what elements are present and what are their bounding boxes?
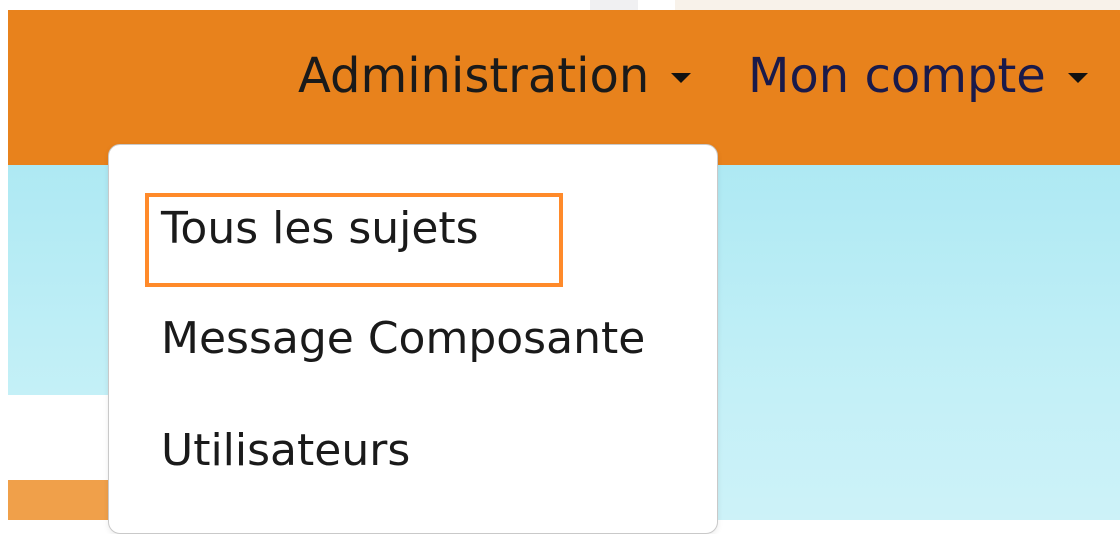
caret-down-icon xyxy=(671,73,692,83)
menu-item-message-composante[interactable]: Message Composante xyxy=(161,317,645,361)
menu-item-utilisateurs[interactable]: Utilisateurs xyxy=(161,429,410,473)
top-strip-gray xyxy=(590,0,638,10)
nav-mon-compte-label: Mon compte xyxy=(748,48,1046,104)
caret-down-icon xyxy=(1067,73,1088,83)
navbar: Administration Mon compte xyxy=(8,10,1120,165)
administration-dropdown-menu: Tous les sujets Message Composante Utili… xyxy=(108,144,718,534)
nav-mon-compte[interactable]: Mon compte xyxy=(748,52,1088,100)
nav-administration-label: Administration xyxy=(298,48,650,104)
page-content-right-panel xyxy=(718,395,1120,520)
menu-item-tous-les-sujets[interactable]: Tous les sujets xyxy=(161,207,479,251)
nav-administration[interactable]: Administration xyxy=(298,48,692,104)
top-strip-cream xyxy=(675,0,1120,10)
top-strip xyxy=(0,0,1120,10)
orange-block xyxy=(8,480,118,520)
